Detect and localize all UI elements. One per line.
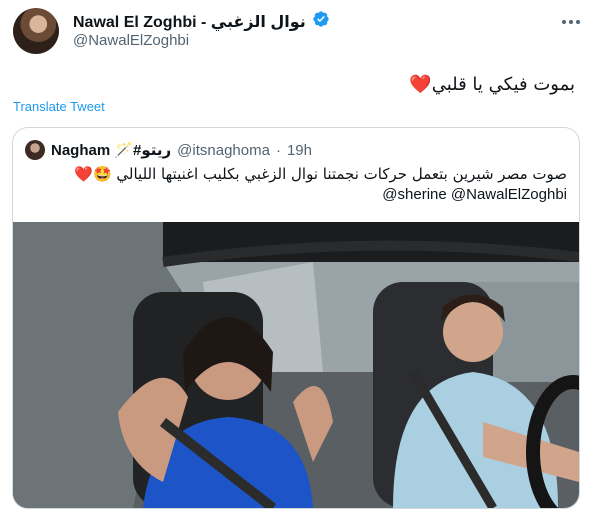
quote-text: صوت مصر شيرين بتعمل حركات نجمتنا نوال ال… [74, 165, 567, 183]
quote-header: Nagham 🪄#ريتو @itsnaghoma · 19h [25, 140, 312, 160]
quote-video-player[interactable] [13, 222, 579, 508]
author-handle[interactable]: @NawalElZoghbi [73, 32, 189, 49]
tweet-text: بموت فيكي يا قلبي❤️ [409, 74, 575, 95]
quote-timestamp[interactable]: 19h [287, 142, 312, 159]
author-name-row: Nawal El Zoghbi - نوال الزغبي [73, 10, 330, 33]
quote-dot-separator: · [275, 141, 281, 159]
quote-author-avatar[interactable] [25, 140, 45, 160]
verified-badge-icon [312, 10, 330, 33]
quote-author-name[interactable]: Nagham 🪄#ريتو [51, 141, 171, 159]
quote-tweet-card[interactable]: Nagham 🪄#ريتو @itsnaghoma · 19h صوت مصر … [12, 127, 580, 509]
more-dots-icon[interactable] [560, 12, 582, 32]
author-avatar[interactable] [13, 8, 59, 54]
author-display-name[interactable]: Nawal El Zoghbi - نوال الزغبي [73, 12, 306, 32]
translate-tweet-link[interactable]: Translate Tweet [13, 99, 105, 114]
video-frame-image [13, 222, 579, 508]
quote-mentions[interactable]: @sherine @NawalElZoghbi [382, 186, 567, 203]
quote-author-handle[interactable]: @itsnaghoma [177, 142, 270, 159]
